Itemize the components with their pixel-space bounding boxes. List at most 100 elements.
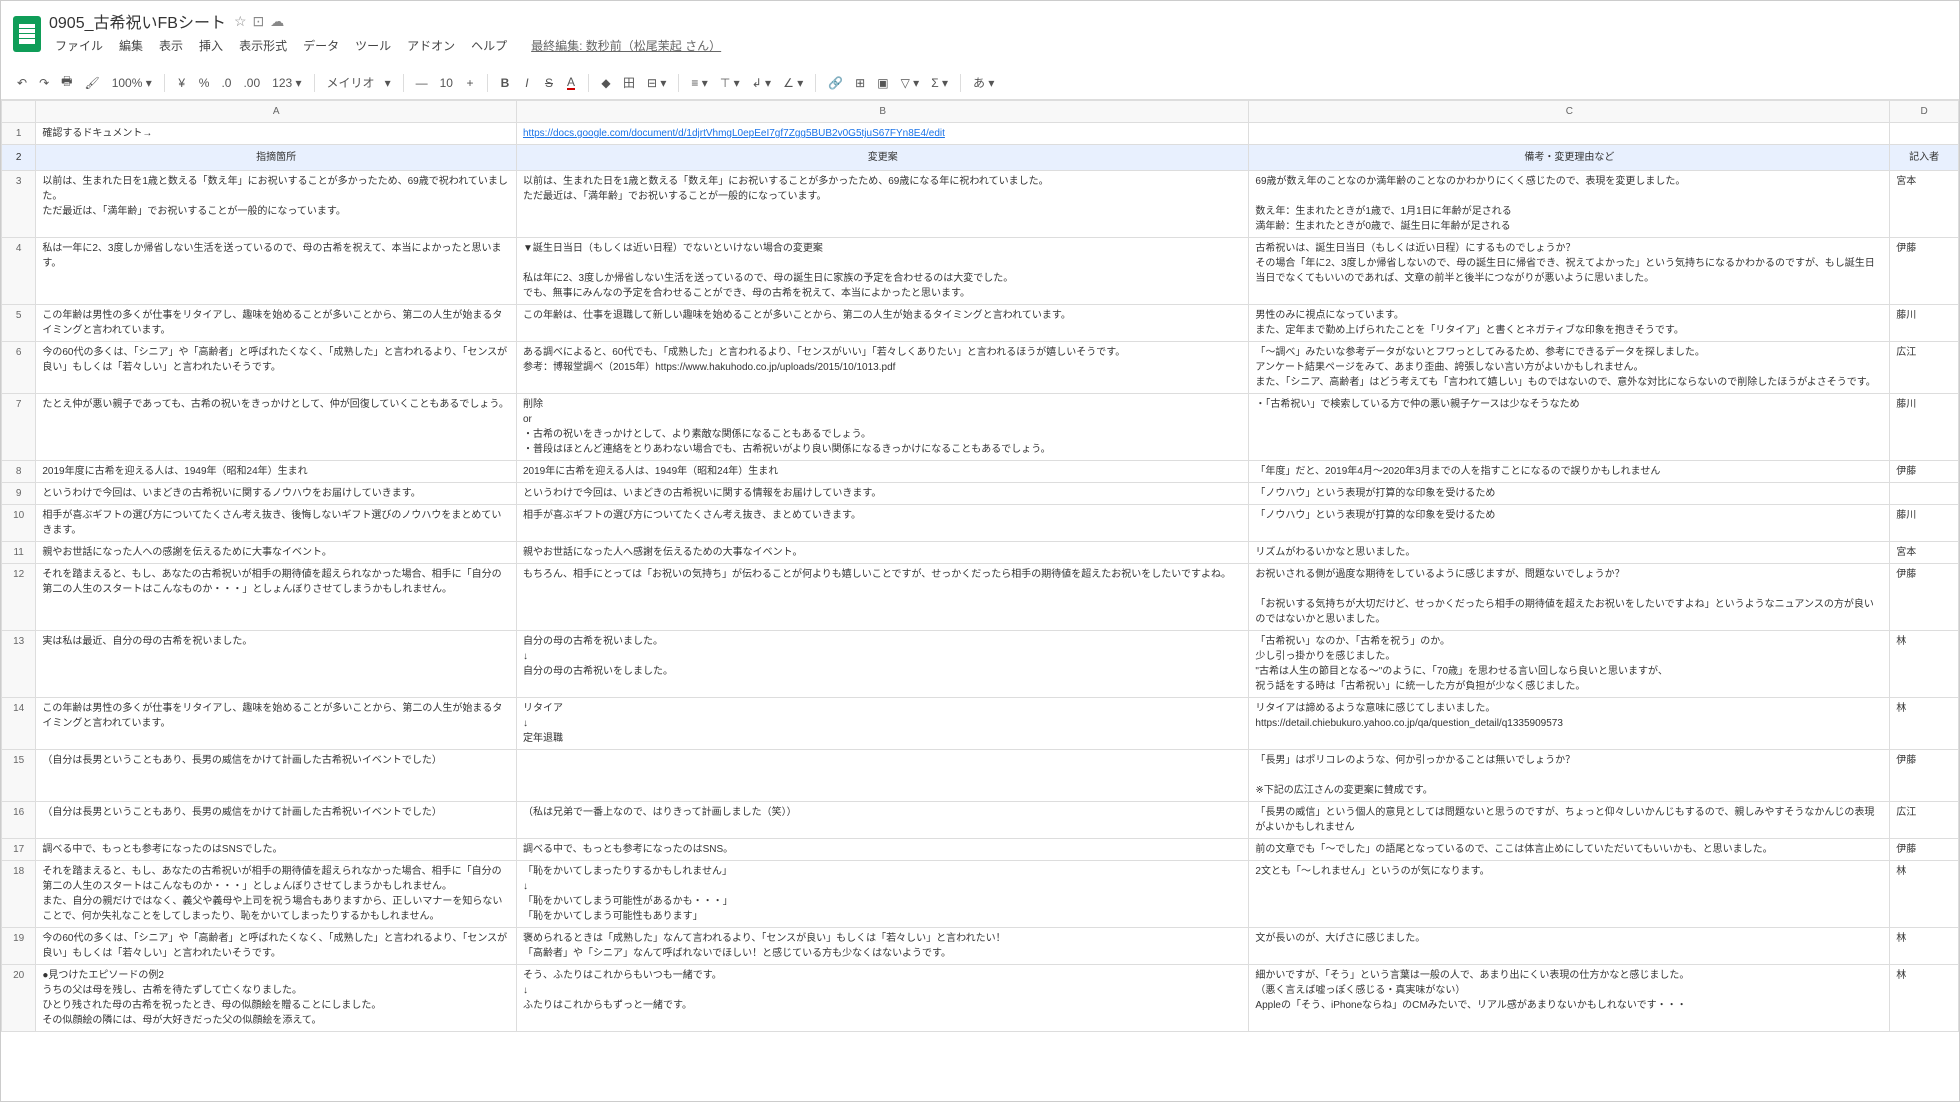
cell[interactable]: 広江 — [1890, 342, 1959, 394]
cell[interactable]: リズムがわるいかなと思いました。 — [1249, 542, 1890, 564]
cell[interactable]: 「ノウハウ」という表現が打算的な印象を受けるため — [1249, 505, 1890, 542]
row-header[interactable]: 13 — [2, 631, 36, 698]
col-header-a[interactable]: A — [36, 101, 517, 123]
cell[interactable]: 「恥をかいてしまったりするかもしれません」 ↓ 「恥をかいてしまう可能性があるか… — [516, 861, 1248, 928]
col-header-c[interactable]: C — [1249, 101, 1890, 123]
cell[interactable]: 伊藤 — [1890, 839, 1959, 861]
row-header[interactable]: 8 — [2, 461, 36, 483]
cell[interactable]: 相手が喜ぶギフトの選び方についてたくさん考え抜き、後悔しないギフト選びのノウハウ… — [36, 505, 517, 542]
cell[interactable]: この年齢は男性の多くが仕事をリタイアし、趣味を始めることが多いことから、第二の人… — [36, 698, 517, 750]
cell[interactable]: 褒められるときは「成熟した」なんて言われるより、「センスが良い」もしくは「若々し… — [516, 928, 1248, 965]
format-percent-button[interactable]: % — [195, 74, 214, 92]
row-header[interactable]: 10 — [2, 505, 36, 542]
cell[interactable]: たとえ仲が悪い親子であっても、古希の祝いをきっかけとして、仲が回復していくことも… — [36, 394, 517, 461]
row-header[interactable]: 4 — [2, 238, 36, 305]
row-header[interactable]: 3 — [2, 171, 36, 238]
print-button[interactable]: 🖶 — [57, 70, 76, 95]
row-header[interactable]: 9 — [2, 483, 36, 505]
cell[interactable]: ●見つけたエピソードの例2 うちの父は母を残し、古希を待たずして亡くなりました。… — [36, 965, 517, 1032]
menu-addons[interactable]: アドオン — [401, 35, 461, 56]
italic-button[interactable]: I — [518, 74, 536, 92]
cell[interactable]: 2文とも「～しれません」というのが気になります。 — [1249, 861, 1890, 928]
menu-edit[interactable]: 編集 — [113, 35, 149, 56]
menu-data[interactable]: データ — [297, 35, 345, 56]
cell[interactable]: ・「古希祝い」で検索している方で仲の悪い親子ケースは少なそうなため — [1249, 394, 1890, 461]
zoom-select[interactable]: 100% ▾ — [108, 74, 156, 92]
cell[interactable]: 古希祝いは、誕生日当日（もしくは近い日程）にするものでしょうか？ その場合「年に… — [1249, 238, 1890, 305]
cell[interactable]: というわけで今回は、いまどきの古希祝いに関する情報をお届けしていきます。 — [516, 483, 1248, 505]
cell[interactable]: 藤川 — [1890, 505, 1959, 542]
corner-cell[interactable] — [2, 101, 36, 123]
cell[interactable]: 藤川 — [1890, 305, 1959, 342]
menu-file[interactable]: ファイル — [49, 35, 109, 56]
cell[interactable]: 記入者 — [1890, 145, 1959, 171]
cell[interactable]: 細かいですが、「そう」という言葉は一般の人で、あまり出にくい表現の仕方かなと感じ… — [1249, 965, 1890, 1032]
spreadsheet-grid[interactable]: A B C D 1 確認するドキュメント→ https://docs.googl… — [1, 100, 1959, 1100]
cell[interactable]: 調べる中で、もっとも参考になったのはSNSでした。 — [36, 839, 517, 861]
cell[interactable]: https://docs.google.com/document/d/1djrt… — [516, 123, 1248, 145]
text-color-button[interactable]: A — [562, 73, 580, 92]
insert-link-button[interactable]: 🔗 — [824, 74, 847, 92]
cell[interactable]: ある調べによると、60代でも、「成熟した」と言われるより、「センスがいい」「若々… — [516, 342, 1248, 394]
insert-chart-button[interactable]: ▣ — [873, 74, 892, 92]
cell[interactable]: 削除 or ・古希の祝いをきっかけとして、より素敵な関係になることもあるでしょう… — [516, 394, 1248, 461]
cell[interactable]: 男性のみに視点になっています。 また、定年まで勤め上げられたことを「リタイア」と… — [1249, 305, 1890, 342]
move-folder-icon[interactable]: ⊡ — [253, 13, 265, 30]
cell[interactable]: （自分は長男ということもあり、長男の威信をかけて計画した古希祝いイベントでした） — [36, 802, 517, 839]
row-header[interactable]: 18 — [2, 861, 36, 928]
last-edit-link[interactable]: 最終編集: 数秒前（松尾茉起 さん） — [525, 35, 727, 56]
cell[interactable]: 親やお世話になった人への感謝を伝えるために大事なイベント。 — [36, 542, 517, 564]
cell[interactable]: 親やお世話になった人へ感謝を伝えるための大事なイベント。 — [516, 542, 1248, 564]
cell[interactable]: 69歳が数え年のことなのか満年齢のことなのかわかりにくく感じたので、表現を変更し… — [1249, 171, 1890, 238]
cell[interactable]: （自分は長男ということもあり、長男の威信をかけて計画した古希祝いイベントでした） — [36, 750, 517, 802]
decrease-decimal-button[interactable]: .0 — [217, 74, 235, 92]
cell[interactable]: この年齢は、仕事を退職して新しい趣味を始めることが多いことから、第二の人生が始ま… — [516, 305, 1248, 342]
filter-button[interactable]: ▽ ▾ — [897, 74, 924, 92]
cell[interactable]: 伊藤 — [1890, 750, 1959, 802]
row-header[interactable]: 1 — [2, 123, 36, 145]
row-header[interactable]: 19 — [2, 928, 36, 965]
font-size-increase[interactable]: + — [461, 74, 479, 92]
cell[interactable]: 前の文章でも「～でした」の語尾となっているので、ここは体言止めにしていただいても… — [1249, 839, 1890, 861]
cell[interactable]: 宮本 — [1890, 542, 1959, 564]
cell[interactable]: 以前は、生まれた日を1歳と数える「数え年」にお祝いすることが多かったため、69歳… — [516, 171, 1248, 238]
insert-comment-button[interactable]: ⊞ — [851, 74, 869, 92]
row-header[interactable]: 2 — [2, 145, 36, 171]
cell[interactable]: 「長男」はポリコレのような、何か引っかかることは無いでしょうか？ ※下記の広江さ… — [1249, 750, 1890, 802]
col-header-d[interactable]: D — [1890, 101, 1959, 123]
row-header[interactable]: 6 — [2, 342, 36, 394]
cell[interactable]: 「年度」だと、2019年4月～2020年3月までの人を指すことになるので誤りかも… — [1249, 461, 1890, 483]
cell[interactable] — [1890, 123, 1959, 145]
cell[interactable]: 林 — [1890, 698, 1959, 750]
fill-color-button[interactable]: ◆ — [597, 74, 615, 92]
row-header[interactable]: 16 — [2, 802, 36, 839]
cloud-status-icon[interactable]: ☁ — [270, 13, 284, 30]
cell[interactable]: 伊藤 — [1890, 238, 1959, 305]
cell[interactable]: 備考・変更理由など — [1249, 145, 1890, 171]
redo-button[interactable]: ↷ — [35, 74, 53, 92]
doc-title[interactable]: 0905_古希祝いFBシート — [49, 9, 226, 33]
cell[interactable]: 「～調べ」みたいな参考データがないとフワっとしてみるため、参考にできるデータを探… — [1249, 342, 1890, 394]
cell[interactable]: 私は一年に2、3度しか帰省しない生活を送っているので、母の古希を祝えて、本当によ… — [36, 238, 517, 305]
row-header[interactable]: 15 — [2, 750, 36, 802]
row-header[interactable]: 7 — [2, 394, 36, 461]
cell[interactable]: 藤川 — [1890, 394, 1959, 461]
row-header[interactable]: 11 — [2, 542, 36, 564]
strikethrough-button[interactable]: S — [540, 74, 558, 92]
cell[interactable]: 広江 — [1890, 802, 1959, 839]
cell[interactable]: お祝いされる側が過度な期待をしているように感じますが、問題ないでしょうか？ 「お… — [1249, 564, 1890, 631]
cell[interactable]: というわけで今回は、いまどきの古希祝いに関するノウハウをお届けしていきます。 — [36, 483, 517, 505]
row-header[interactable]: 12 — [2, 564, 36, 631]
cell[interactable]: 2019年に古希を迎える人は、1949年（昭和24年）生まれ — [516, 461, 1248, 483]
cell[interactable]: 林 — [1890, 965, 1959, 1032]
font-family-select[interactable]: メイリオ ▾ — [323, 72, 395, 93]
star-icon[interactable]: ☆ — [234, 13, 247, 30]
cell[interactable]: 伊藤 — [1890, 564, 1959, 631]
functions-button[interactable]: Σ ▾ — [927, 74, 952, 92]
menu-help[interactable]: ヘルプ — [465, 35, 513, 56]
row-header[interactable]: 20 — [2, 965, 36, 1032]
cell[interactable]: 2019年度に古希を迎える人は、1949年（昭和24年）生まれ — [36, 461, 517, 483]
cell[interactable]: 林 — [1890, 928, 1959, 965]
cell[interactable]: 今の60代の多くは、「シニア」や「高齢者」と呼ばれたくなく、「成熟した」と言われ… — [36, 928, 517, 965]
row-header[interactable]: 17 — [2, 839, 36, 861]
